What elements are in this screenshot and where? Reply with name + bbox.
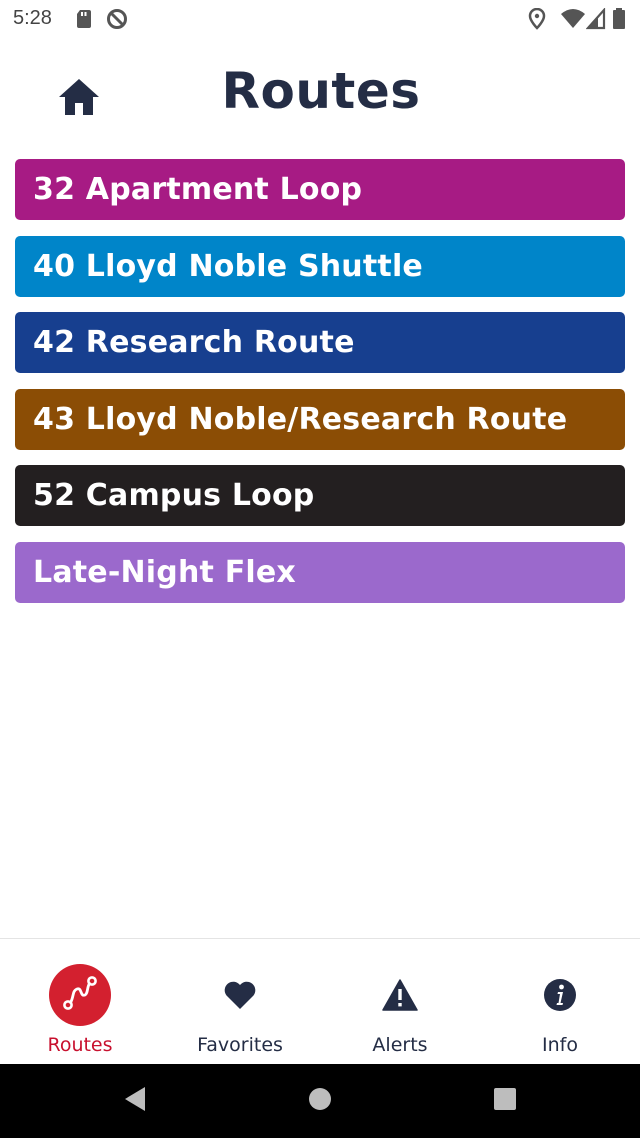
recents-icon [492,1086,518,1117]
nav-alerts[interactable]: Alerts [320,939,480,1065]
info-icon [528,963,592,1027]
route-item-40-lloyd-noble-shuttle[interactable]: 40 Lloyd Noble Shuttle [15,235,625,297]
sd-card-icon [74,8,96,30]
system-nav-bar [0,1064,640,1138]
nav-label-routes: Routes [47,1034,113,1056]
location-icon [527,7,549,30]
nav-routes[interactable]: Routes [0,939,160,1065]
home-circle-button[interactable] [305,1086,335,1116]
recents-button[interactable] [490,1086,520,1116]
nav-favorites[interactable]: Favorites [160,939,320,1065]
route-label: 43 Lloyd Noble/Research Route [33,401,568,437]
page-title: Routes [221,62,421,120]
signal-icon [585,7,608,30]
nav-label-alerts: Alerts [372,1034,428,1056]
home-circle-icon [307,1086,333,1117]
route-label: 32 Apartment Loop [33,172,363,207]
route-label: 52 Campus Loop [33,478,315,513]
route-item-43-lloyd-noble-research-route[interactable]: 43 Lloyd Noble/Research Route [15,388,625,450]
route-label: 42 Research Route [33,325,355,360]
heart-icon [208,963,272,1027]
header: Routes [0,58,640,138]
alert-icon [368,963,432,1027]
nav-info[interactable]: Info [480,939,640,1065]
route-item-32-apartment-loop[interactable]: 32 Apartment Loop [15,159,625,220]
back-icon [122,1085,148,1118]
route-icon [60,973,100,1018]
bottom-nav: Routes Favorites Alerts Info [0,938,640,1064]
route-icon-wrapper [48,963,112,1027]
route-label: 40 Lloyd Noble Shuttle [33,248,423,284]
route-list: 32 Apartment Loop 40 Lloyd Noble Shuttle… [15,159,625,618]
wifi-icon [560,8,586,30]
do-not-disturb-icon [106,8,128,30]
route-item-42-research-route[interactable]: 42 Research Route [15,312,625,373]
back-button[interactable] [120,1086,150,1116]
nav-label-favorites: Favorites [197,1034,283,1056]
battery-icon [612,8,628,30]
status-bar: 5:28 [0,0,640,38]
route-item-52-campus-loop[interactable]: 52 Campus Loop [15,465,625,526]
active-indicator [49,964,111,1026]
nav-label-info: Info [542,1034,578,1056]
status-time: 5:28 [13,7,52,29]
route-label: Late-Night Flex [33,554,296,590]
route-item-late-night-flex[interactable]: Late-Night Flex [15,541,625,603]
